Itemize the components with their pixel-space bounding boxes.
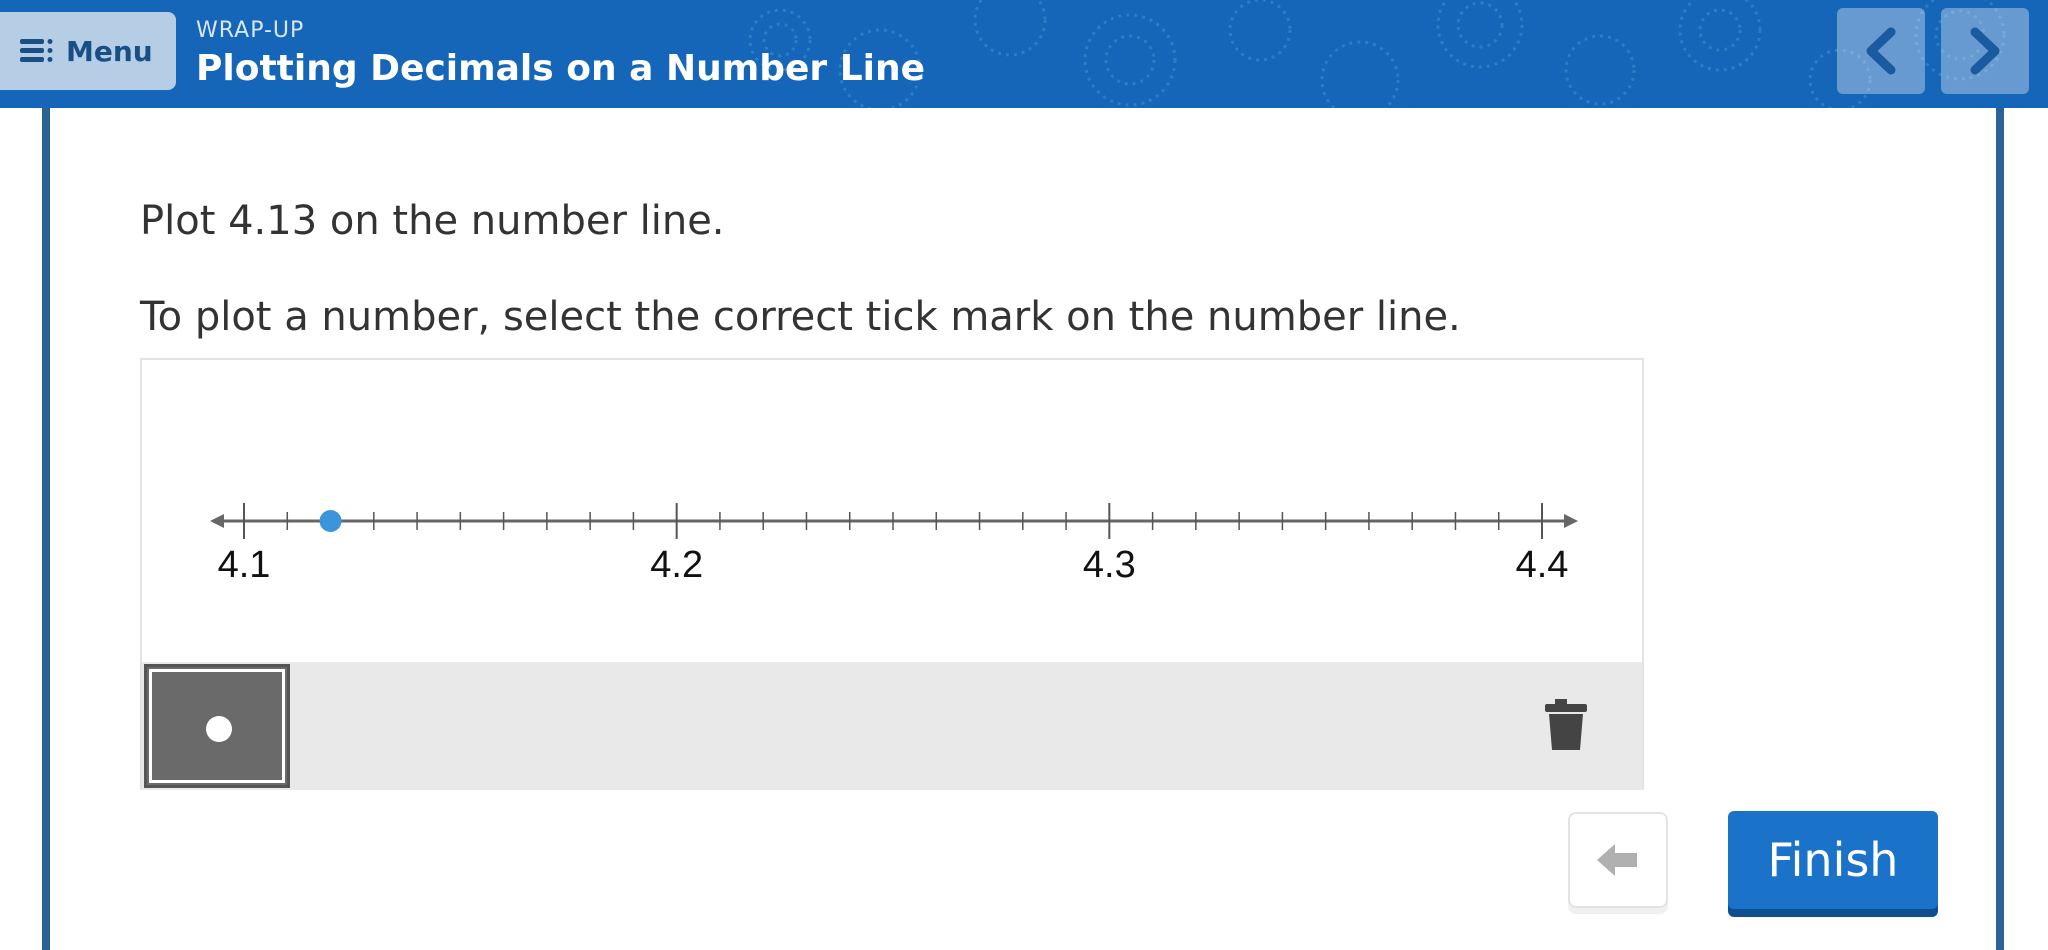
menu-button[interactable]: Menu: [0, 12, 176, 90]
page-title: Plotting Decimals on a Number Line: [196, 48, 926, 89]
question-prompt: Plot 4.13 on the number line.: [140, 198, 725, 244]
top-header: Menu WRAP-UP Plotting Decimals on a Numb…: [0, 0, 2048, 108]
chevron-right-icon: [1970, 27, 2000, 75]
menu-label: Menu: [66, 34, 153, 68]
lesson-section: WRAP-UP: [196, 18, 305, 43]
next-button[interactable]: [1941, 8, 2029, 94]
tick-label: 4.3: [1083, 544, 1136, 586]
question-instruction: To plot a number, select the correct tic…: [140, 294, 1461, 340]
chevron-left-icon: [1866, 27, 1896, 75]
point-icon: [206, 716, 232, 742]
content-border-left: [42, 108, 50, 950]
delete-button[interactable]: [1492, 662, 1642, 790]
tick-label: 4.1: [218, 544, 271, 586]
number-line[interactable]: 4.1 4.2 4.3 4.4: [142, 360, 1642, 660]
trash-icon: [1545, 699, 1587, 750]
left-arrow: [210, 514, 224, 528]
back-button[interactable]: [1568, 812, 1668, 908]
tick-label: 4.4: [1516, 544, 1569, 586]
number-line-panel: 4.1 4.2 4.3 4.4: [140, 358, 1644, 790]
tick-label: 4.2: [650, 544, 703, 586]
plotted-point[interactable]: [319, 510, 342, 532]
point-tool-button[interactable]: [144, 664, 290, 788]
right-arrow: [1564, 514, 1578, 528]
content-border-right: [1996, 108, 2004, 950]
arrow-left-icon: [1597, 844, 1637, 876]
tool-bar: [142, 662, 1642, 790]
previous-button[interactable]: [1837, 8, 1925, 94]
finish-button[interactable]: Finish: [1728, 811, 1938, 909]
menu-icon: [20, 37, 54, 65]
